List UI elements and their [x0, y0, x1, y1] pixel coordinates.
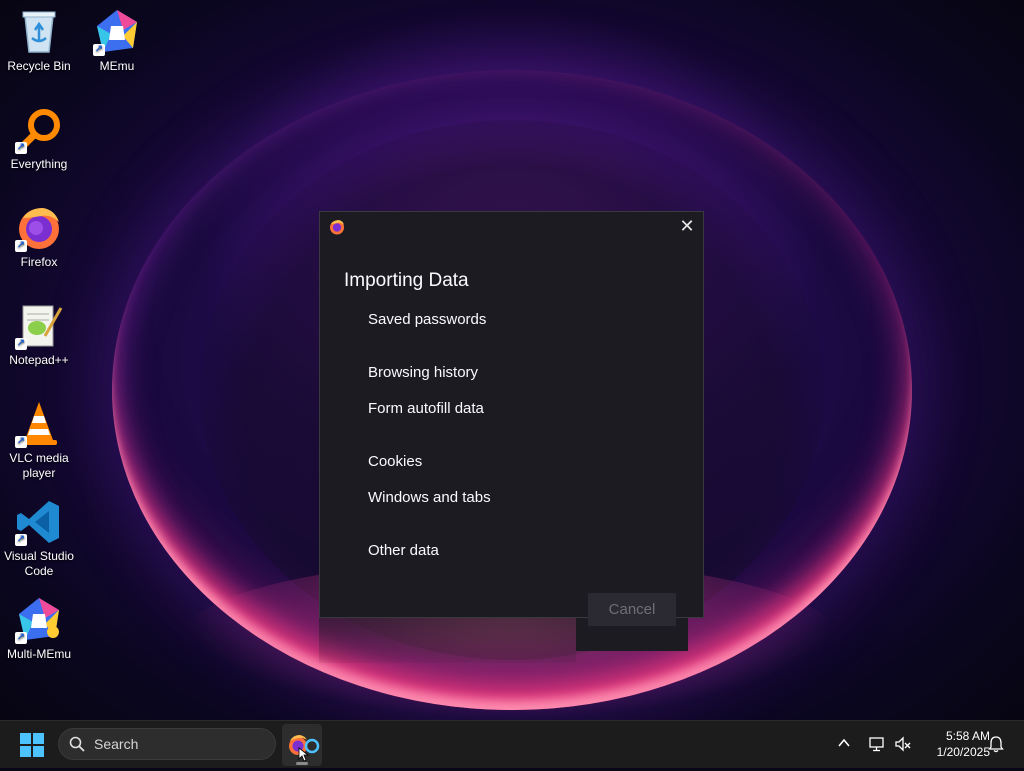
- taskbar: Search 5:58 AM 1/20/2025: [0, 720, 1024, 768]
- windows-logo-pane: [33, 746, 44, 757]
- import-item-windows-tabs: Windows and tabs: [368, 489, 491, 506]
- desktop-icon-label: MEmu: [99, 59, 135, 73]
- import-data-dialog: ✕ Importing Data Saved passwords Browsin…: [319, 211, 704, 626]
- clock[interactable]: 5:58 AM 1/20/2025: [920, 728, 990, 760]
- desktop-icon-label: Visual Studio Code: [4, 549, 74, 578]
- notification-bell-icon[interactable]: [988, 735, 1004, 753]
- search-label: Search: [94, 736, 139, 752]
- start-button[interactable]: [20, 733, 44, 757]
- shortcut-arrow-icon: ↗: [15, 240, 27, 252]
- shortcut-arrow-icon: ↗: [15, 436, 27, 448]
- shortcut-arrow-icon: ↗: [15, 142, 27, 154]
- desktop-icon-recycle-bin[interactable]: Recycle Bin: [0, 8, 78, 74]
- desktop-icon-memu[interactable]: ↗ MEmu: [78, 8, 156, 74]
- import-item-other-data: Other data: [368, 542, 439, 559]
- desktop-icon-multi-memu[interactable]: ↗ Multi-MEmu: [0, 596, 78, 662]
- shortcut-arrow-icon: ↗: [15, 632, 27, 644]
- search-icon: [69, 736, 85, 752]
- desktop-icon-firefox[interactable]: ↗ Firefox: [0, 204, 78, 270]
- desktop-icon-vscode[interactable]: ↗ Visual Studio Code: [0, 498, 78, 579]
- recycle-bin-icon: [22, 11, 56, 53]
- desktop-icon-notepad-plus-plus[interactable]: ↗ Notepad++: [0, 302, 78, 368]
- clock-date: 1/20/2025: [936, 745, 990, 759]
- dialog-titlebar[interactable]: ✕: [320, 212, 703, 242]
- clock-time: 5:58 AM: [945, 729, 990, 743]
- close-button[interactable]: ✕: [671, 212, 703, 242]
- desktop-icon-label: Firefox: [20, 255, 58, 269]
- taskbar-app-firefox[interactable]: [282, 724, 322, 766]
- shortcut-arrow-icon: ↗: [93, 44, 105, 56]
- dialog-ghost-remnant: [319, 618, 576, 663]
- network-icon[interactable]: [868, 735, 886, 753]
- windows-logo-icon: [20, 733, 31, 744]
- windows-logo-pane: [33, 733, 44, 744]
- import-item-form-autofill: Form autofill data: [368, 400, 484, 417]
- taskbar-search-box[interactable]: Search: [58, 728, 276, 760]
- shortcut-arrow-icon: ↗: [15, 338, 27, 350]
- desktop-icon-everything[interactable]: ↗ Everything: [0, 106, 78, 172]
- desktop-icon-label: Notepad++: [9, 353, 69, 367]
- firefox-icon: [289, 735, 320, 762]
- cancel-button[interactable]: Cancel: [588, 593, 676, 626]
- desktop-icon-vlc[interactable]: ↗ VLC media player: [0, 400, 78, 481]
- import-item-browsing-history: Browsing history: [368, 364, 479, 381]
- close-icon: ✕: [679, 216, 695, 236]
- chevron-up-icon[interactable]: [837, 735, 851, 751]
- firefox-icon: [330, 220, 344, 235]
- desktop-icon-label: Recycle Bin: [7, 59, 71, 73]
- desktop-icon-label: Multi-MEmu: [6, 647, 71, 661]
- speaker-muted-icon[interactable]: [894, 735, 912, 753]
- import-item-saved-passwords: Saved passwords: [368, 311, 487, 328]
- running-indicator: [296, 762, 308, 765]
- windows-logo-pane: [20, 746, 31, 757]
- dialog-title: Importing Data: [344, 270, 469, 291]
- desktop-icon-label: Everything: [10, 157, 68, 171]
- desktop-icon-label: VLC media player: [9, 451, 69, 480]
- import-item-cookies: Cookies: [368, 453, 423, 470]
- shortcut-arrow-icon: ↗: [15, 534, 27, 546]
